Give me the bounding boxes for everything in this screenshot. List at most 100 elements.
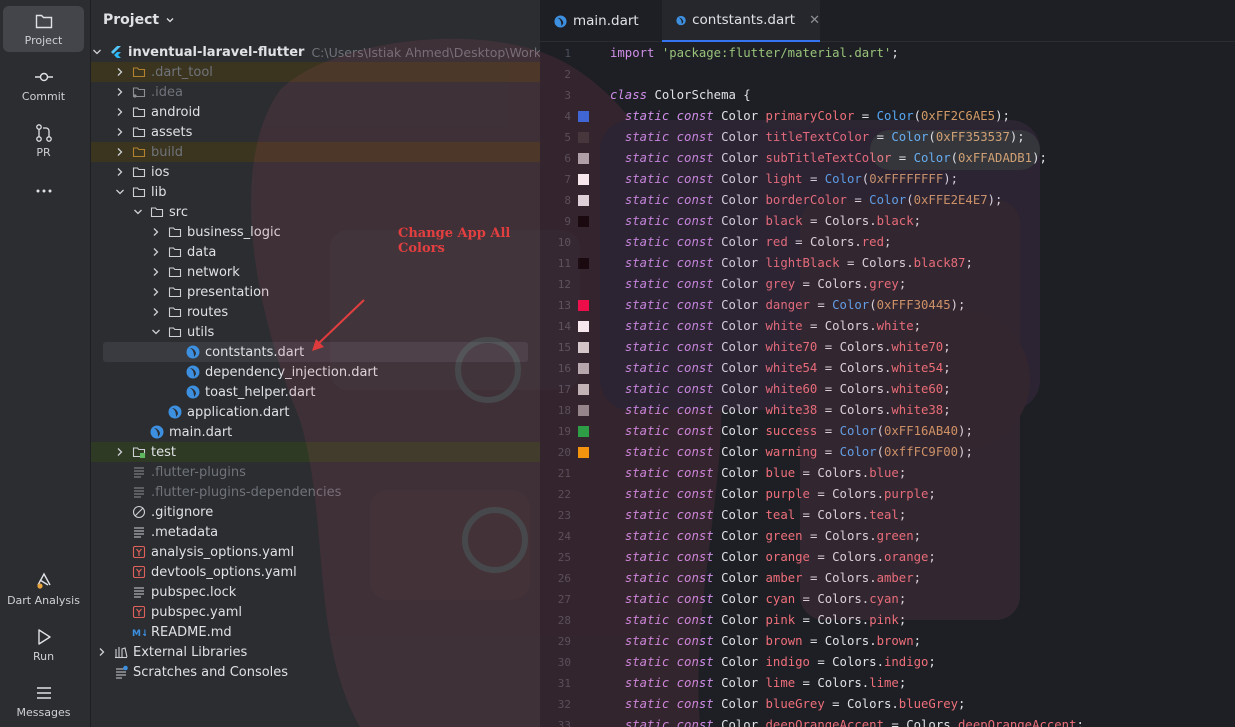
- tree-file-item[interactable]: main.dart: [91, 422, 540, 442]
- code-line[interactable]: 4 static const Color primaryColor = Colo…: [540, 106, 1235, 127]
- activity-project[interactable]: Project: [3, 6, 84, 52]
- tree-file-item[interactable]: .metadata: [91, 522, 540, 542]
- tree-folder-item[interactable]: network: [91, 262, 540, 282]
- tree-folder-item[interactable]: android: [91, 102, 540, 122]
- chevron-right-icon[interactable]: [114, 66, 126, 78]
- activity-messages[interactable]: Messages: [3, 678, 84, 724]
- chevron-right-icon[interactable]: [150, 306, 162, 318]
- code-line[interactable]: 10 static const Color red = Colors.red;: [540, 232, 1235, 253]
- tree-file-item[interactable]: pubspec.yaml: [91, 602, 540, 622]
- tree-folder-item[interactable]: assets: [91, 122, 540, 142]
- project-header[interactable]: Project: [103, 12, 175, 28]
- color-swatch[interactable]: [578, 300, 589, 311]
- color-swatch[interactable]: [578, 258, 589, 269]
- code-line[interactable]: 27 static const Color cyan = Colors.cyan…: [540, 589, 1235, 610]
- code-line[interactable]: 9 static const Color black = Colors.blac…: [540, 211, 1235, 232]
- chevron-right-icon[interactable]: [114, 86, 126, 98]
- tree-file-item[interactable]: M↓ README.md: [91, 622, 540, 642]
- code-line[interactable]: 5 static const Color titleTextColor = Co…: [540, 127, 1235, 148]
- code-line[interactable]: 11 static const Color lightBlack = Color…: [540, 253, 1235, 274]
- code-line[interactable]: 19 static const Color success = Color(0x…: [540, 421, 1235, 442]
- color-swatch[interactable]: [578, 111, 589, 122]
- color-swatch[interactable]: [578, 132, 589, 143]
- close-icon[interactable]: ✕: [809, 13, 820, 28]
- code-line[interactable]: 1 import 'package:flutter/material.dart';: [540, 43, 1235, 64]
- chevron-right-icon[interactable]: [150, 226, 162, 238]
- tree-file-item[interactable]: analysis_options.yaml: [91, 542, 540, 562]
- code-line[interactable]: 6 static const Color subTitleTextColor =…: [540, 148, 1235, 169]
- color-swatch[interactable]: [578, 342, 589, 353]
- chevron-right-icon[interactable]: [114, 146, 126, 158]
- chevron-down-icon[interactable]: [150, 326, 162, 338]
- chevron-right-icon[interactable]: [114, 446, 126, 458]
- color-swatch[interactable]: [578, 174, 589, 185]
- code-line[interactable]: 22 static const Color purple = Colors.pu…: [540, 484, 1235, 505]
- chevron-right-icon[interactable]: [114, 126, 126, 138]
- code-line[interactable]: 23 static const Color teal = Colors.teal…: [540, 505, 1235, 526]
- code-line[interactable]: 15 static const Color white70 = Colors.w…: [540, 337, 1235, 358]
- code-line[interactable]: 33 static const Color deepOrangeAccent =…: [540, 715, 1235, 727]
- chevron-right-icon[interactable]: [150, 266, 162, 278]
- color-swatch[interactable]: [578, 321, 589, 332]
- activity-pr[interactable]: PR: [3, 118, 84, 164]
- code-line[interactable]: 14 static const Color white = Colors.whi…: [540, 316, 1235, 337]
- tree-file-item[interactable]: pubspec.lock: [91, 582, 540, 602]
- code-line[interactable]: 13 static const Color danger = Color(0xF…: [540, 295, 1235, 316]
- code-line[interactable]: 24 static const Color green = Colors.gre…: [540, 526, 1235, 547]
- code-line[interactable]: 30 static const Color indigo = Colors.in…: [540, 652, 1235, 673]
- color-swatch[interactable]: [578, 216, 589, 227]
- code-line[interactable]: 18 static const Color white38 = Colors.w…: [540, 400, 1235, 421]
- tree-folder-item[interactable]: .dart_tool: [91, 62, 540, 82]
- tree-folder-item[interactable]: src: [91, 202, 540, 222]
- tree-root[interactable]: inventual-laravel-flutter C:\Users\Istia…: [91, 42, 540, 62]
- color-swatch[interactable]: [578, 447, 589, 458]
- activity-run[interactable]: Run: [3, 622, 84, 668]
- code-line[interactable]: 21 static const Color blue = Colors.blue…: [540, 463, 1235, 484]
- chevron-right-icon[interactable]: [150, 246, 162, 258]
- chevron-right-icon[interactable]: [114, 106, 126, 118]
- tree-folder-item[interactable]: lib: [91, 182, 540, 202]
- tree-file-item[interactable]: Scratches and Consoles: [91, 662, 540, 682]
- activity-commit[interactable]: Commit: [3, 62, 84, 108]
- tree-file-item[interactable]: .flutter-plugins-dependencies: [91, 482, 540, 502]
- color-swatch[interactable]: [578, 384, 589, 395]
- code-line[interactable]: 16 static const Color white54 = Colors.w…: [540, 358, 1235, 379]
- chevron-down-icon[interactable]: [91, 46, 103, 58]
- tree-folder-item[interactable]: .idea: [91, 82, 540, 102]
- code-line[interactable]: 32 static const Color blueGrey = Colors.…: [540, 694, 1235, 715]
- chevron-down-icon[interactable]: [132, 206, 144, 218]
- code-line[interactable]: 8 static const Color borderColor = Color…: [540, 190, 1235, 211]
- activity-dart-analysis[interactable]: Dart Analysis: [3, 566, 84, 612]
- code-line[interactable]: 12 static const Color grey = Colors.grey…: [540, 274, 1235, 295]
- tree-folder-item[interactable]: ios: [91, 162, 540, 182]
- tree-file-item[interactable]: devtools_options.yaml: [91, 562, 540, 582]
- chevron-right-icon[interactable]: [150, 286, 162, 298]
- color-swatch[interactable]: [578, 195, 589, 206]
- tree-file-item[interactable]: application.dart: [91, 402, 540, 422]
- code-line[interactable]: 2: [540, 64, 1235, 85]
- color-swatch[interactable]: [578, 363, 589, 374]
- color-swatch[interactable]: [578, 426, 589, 437]
- color-swatch[interactable]: [578, 153, 589, 164]
- code-line[interactable]: 25 static const Color orange = Colors.or…: [540, 547, 1235, 568]
- code-line[interactable]: 7 static const Color light = Color(0xFFF…: [540, 169, 1235, 190]
- tree-folder-item[interactable]: build: [91, 142, 540, 162]
- chevron-down-icon[interactable]: [114, 186, 126, 198]
- code-line[interactable]: 3 class ColorSchema {: [540, 85, 1235, 106]
- code-line[interactable]: 17 static const Color white60 = Colors.w…: [540, 379, 1235, 400]
- activity-more[interactable]: [3, 176, 84, 202]
- code-line[interactable]: 29 static const Color brown = Colors.bro…: [540, 631, 1235, 652]
- code-line[interactable]: 28 static const Color pink = Colors.pink…: [540, 610, 1235, 631]
- code-line[interactable]: 20 static const Color warning = Color(0x…: [540, 442, 1235, 463]
- tree-folder-item[interactable]: test: [91, 442, 540, 462]
- tree-file-item[interactable]: External Libraries: [91, 642, 540, 662]
- color-swatch[interactable]: [578, 405, 589, 416]
- tree-file-item[interactable]: toast_helper.dart: [91, 382, 540, 402]
- chevron-right-icon[interactable]: [114, 166, 126, 178]
- code-line[interactable]: 31 static const Color lime = Colors.lime…: [540, 673, 1235, 694]
- tab-main-dart[interactable]: main.dart: [540, 0, 662, 42]
- code-line[interactable]: 26 static const Color amber = Colors.amb…: [540, 568, 1235, 589]
- tree-file-item[interactable]: .gitignore: [91, 502, 540, 522]
- chevron-right-icon[interactable]: [96, 646, 108, 658]
- tab-constants-dart[interactable]: contstants.dart ✕: [662, 0, 820, 42]
